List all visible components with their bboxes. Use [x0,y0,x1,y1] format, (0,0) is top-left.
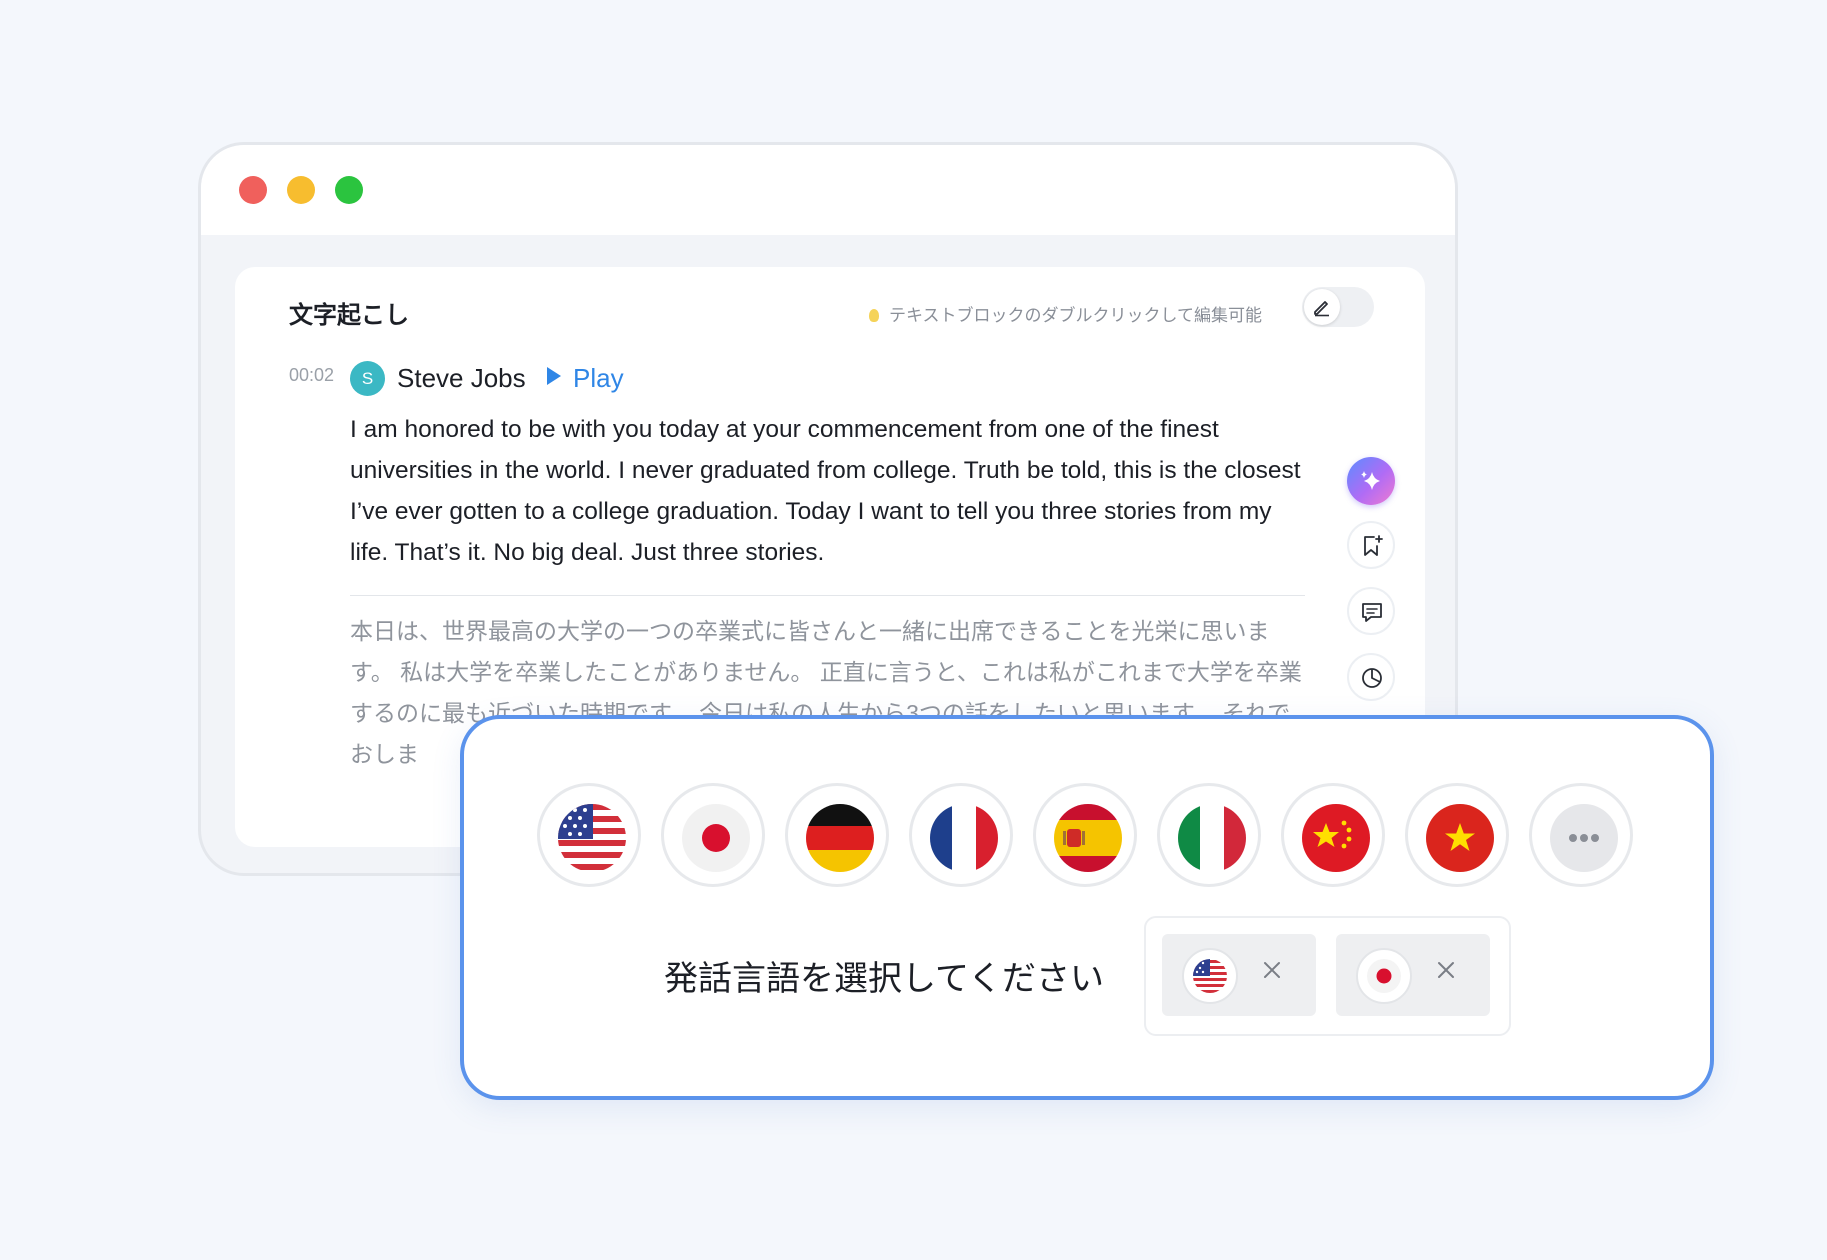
comment-button[interactable] [1347,587,1395,635]
selected-languages [1144,916,1511,1036]
comment-icon [1362,603,1382,622]
us-flag-icon [558,804,626,872]
remove-english-button[interactable] [1260,958,1284,982]
language-option-italian[interactable] [1157,783,1261,887]
language-option-german[interactable] [785,783,889,887]
japan-flag-icon [682,804,750,872]
japan-flag-icon [1367,959,1401,993]
english-transcript-block[interactable]: I am honored to be with you today at you… [350,409,1310,573]
edit-hint-text: テキストブロックのダブルクリックして編集可能 [889,306,1262,325]
edit-hint: テキストブロックのダブルクリックして編集可能 [869,301,1262,326]
ai-assist-button[interactable] [1347,457,1395,505]
us-flag-icon [1193,959,1227,993]
pie-chart-icon [1362,668,1382,688]
language-option-french[interactable] [909,783,1013,887]
page-title: 文字起こし [289,302,409,329]
translation-divider [350,595,1305,596]
language-option-chinese[interactable] [1281,783,1385,887]
window-titlebar [201,145,1455,235]
selected-flag [1182,948,1238,1004]
ai-sparkle-icon [1361,471,1380,490]
france-flag-icon [930,804,998,872]
language-option-vietnamese[interactable] [1405,783,1509,887]
remove-japanese-button[interactable] [1434,958,1458,982]
selected-flag [1356,948,1412,1004]
minimize-window-button[interactable] [287,176,315,204]
pencil-icon [1314,301,1329,317]
language-option-japanese[interactable] [661,783,765,887]
lightbulb-icon [869,309,879,322]
more-languages-button[interactable] [1529,783,1633,887]
speaker-avatar: S [350,361,385,396]
entry-timestamp[interactable]: 00:02 [289,365,334,386]
germany-flag-icon [806,804,874,872]
bookmark-add-icon [1364,535,1383,556]
language-option-english[interactable] [537,783,641,887]
play-label: Play [573,363,624,393]
more-icon [1550,804,1618,872]
language-prompt: 発話言語を選択してください [664,960,1104,998]
vietnam-flag-icon [1426,804,1494,872]
china-flag-icon [1302,804,1370,872]
language-selector-panel: 発話言語を選択してください [460,715,1714,1100]
play-icon [547,367,561,385]
bookmark-add-button[interactable] [1347,521,1395,569]
speaker-name[interactable]: Steve Jobs [397,363,526,394]
summary-chart-button[interactable] [1347,653,1395,701]
selected-chip-english [1162,934,1316,1016]
play-button[interactable]: Play [547,363,624,394]
close-window-button[interactable] [239,176,267,204]
zoom-window-button[interactable] [335,176,363,204]
edit-mode-toggle[interactable] [1302,287,1374,327]
spain-flag-icon [1054,804,1122,872]
language-option-spanish[interactable] [1033,783,1137,887]
italy-flag-icon [1178,804,1246,872]
selected-chip-japanese [1336,934,1490,1016]
